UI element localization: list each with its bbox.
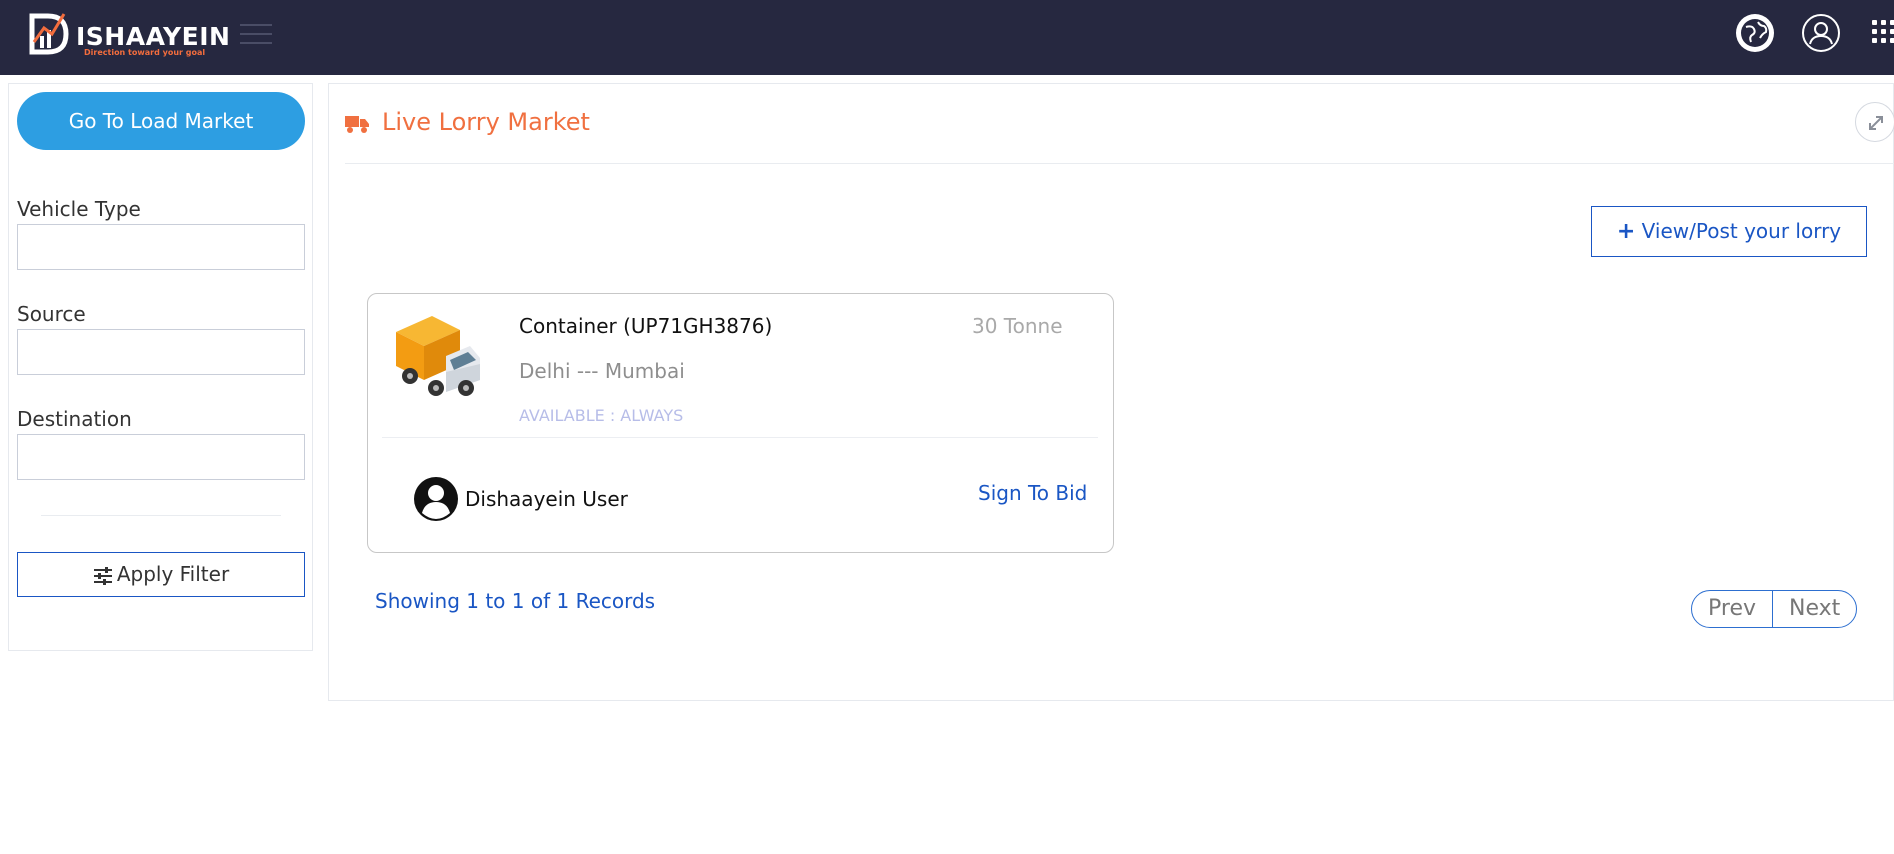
next-button[interactable]: Next [1773, 591, 1856, 627]
user-name: Dishaayein User [465, 487, 628, 511]
apply-filter-label: Apply Filter [116, 562, 230, 586]
apps-grid-icon[interactable] [1872, 20, 1894, 48]
logo-mark-icon [29, 13, 69, 55]
pagination: Prev Next [1691, 590, 1858, 628]
page-title: Live Lorry Market [382, 108, 590, 136]
sliders-icon [93, 566, 112, 585]
truck-icon [345, 116, 369, 133]
apply-filter-button[interactable]: Apply Filter [17, 552, 305, 597]
lorry-card: Container (UP71GH3876) 30 Tonne Delhi --… [367, 293, 1114, 553]
vehicle-type-input[interactable] [17, 224, 305, 270]
user-icon[interactable] [1802, 14, 1840, 52]
brand-name: ISHAAYEIN [76, 22, 231, 51]
view-post-lorry-label: View/Post your lorry [1641, 219, 1842, 243]
destination-label: Destination [17, 407, 132, 431]
source-input[interactable] [17, 329, 305, 375]
view-post-lorry-button[interactable]: + View/Post your lorry [1591, 206, 1867, 257]
vehicle-capacity: 30 Tonne [972, 314, 1063, 338]
vehicle-type-label: Vehicle Type [17, 197, 141, 221]
expand-icon[interactable] [1855, 102, 1894, 142]
brand-tagline: Direction toward your goal [84, 48, 206, 57]
filter-sidebar: Go To Load Market Vehicle Type Source De… [8, 83, 313, 651]
avatar-icon [414, 477, 458, 521]
vehicle-name: Container (UP71GH3876) [519, 314, 773, 338]
go-to-load-market-button[interactable]: Go To Load Market [17, 92, 305, 150]
sign-to-bid-link[interactable]: Sign To Bid [978, 481, 1087, 505]
prev-button[interactable]: Prev [1692, 591, 1773, 627]
menu-icon[interactable] [240, 24, 272, 46]
globe-icon[interactable] [1736, 14, 1774, 52]
lorry-market-panel: Live Lorry Market + View/Post your lorry… [328, 83, 1894, 701]
header-divider [345, 163, 1894, 164]
sidebar-divider [41, 515, 281, 516]
vehicle-route: Delhi --- Mumbai [519, 359, 685, 383]
destination-input[interactable] [17, 434, 305, 480]
records-summary: Showing 1 to 1 of 1 Records [375, 589, 656, 613]
source-label: Source [17, 302, 86, 326]
top-navbar: ISHAAYEIN Direction toward your goal [0, 0, 1894, 75]
plus-icon: + [1616, 219, 1636, 244]
brand-logo[interactable]: ISHAAYEIN Direction toward your goal [28, 8, 231, 58]
card-divider [382, 437, 1098, 438]
truck-image [396, 316, 480, 396]
availability-status: AVAILABLE : ALWAYS [519, 406, 684, 425]
